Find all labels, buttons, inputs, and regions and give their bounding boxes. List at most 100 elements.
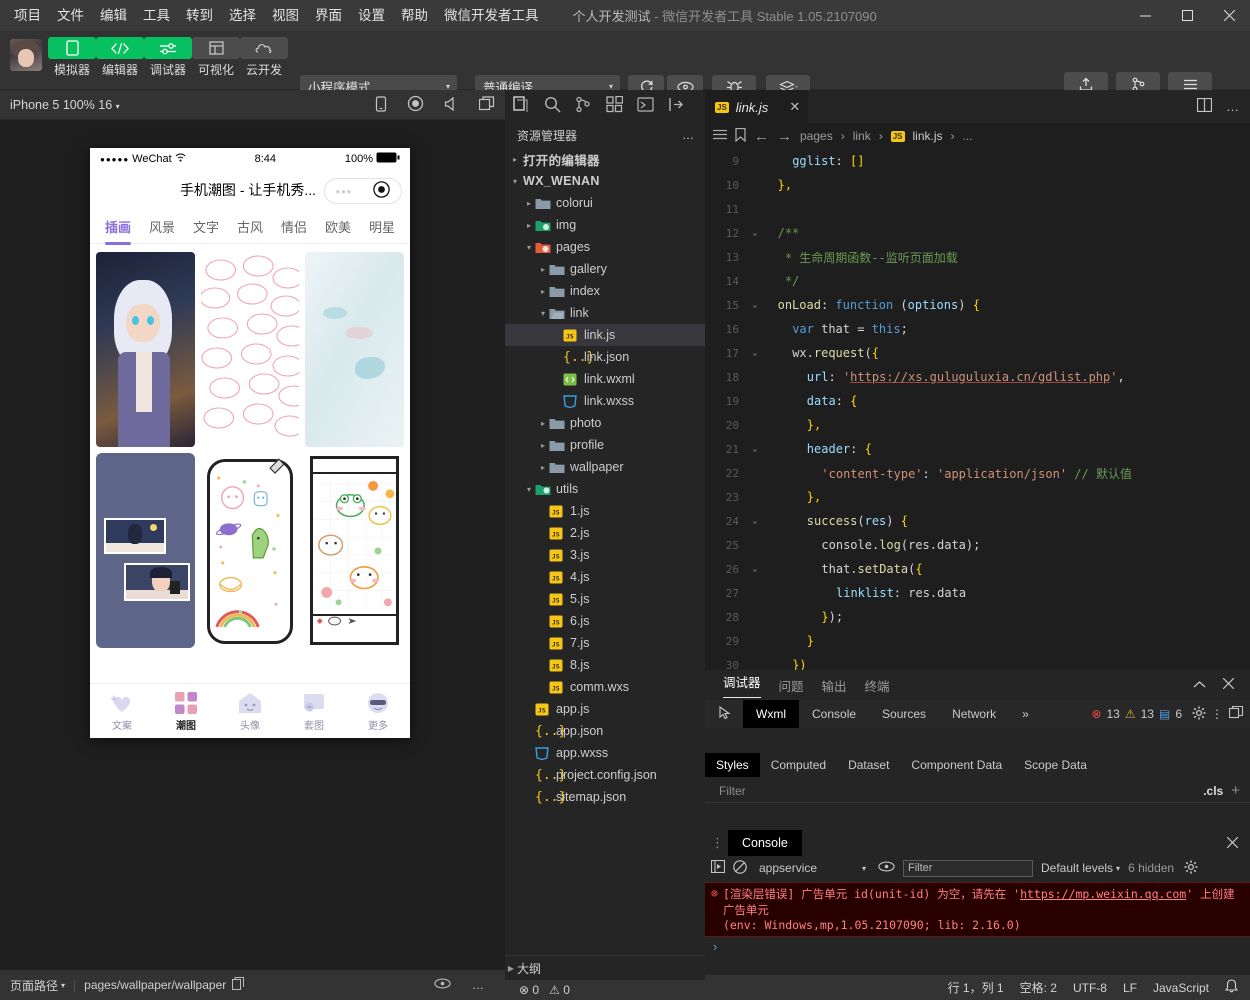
console-error-message[interactable]: ⊗ [渲染层错误] 广告单元 id(unit-id) 为空，请先在 'https… (705, 882, 1250, 937)
tree-item-7-js[interactable]: JS 7.js (505, 632, 705, 654)
category-tab-6[interactable]: 明星 (360, 217, 404, 236)
styles-filter-input[interactable]: Filter (719, 784, 746, 798)
console-filter-input[interactable]: Filter (903, 859, 1033, 877)
tree-item-utils[interactable]: ▾ utils (505, 478, 705, 500)
code-line[interactable]: 24 ⌄ success(res) { (705, 509, 1250, 533)
console-levels-select[interactable]: Default levels ▾ (1041, 861, 1120, 875)
tabbar-item-copy[interactable]: 文案 (90, 691, 154, 732)
chevron-up-icon[interactable] (1193, 678, 1206, 692)
fold-chevron-icon[interactable]: ⌄ (747, 564, 763, 574)
device-selector[interactable]: iPhone 5 100% 16 ▾ (10, 98, 120, 112)
code-line[interactable]: 20}, (705, 413, 1250, 437)
grid-item[interactable] (96, 453, 195, 648)
category-tab-0[interactable]: 插画 (96, 217, 140, 236)
phone-simulator[interactable]: ●●●●● WeChat 8:44 100% 手机潮图 - 让手机秀... ••… (90, 148, 410, 738)
devtools-overflow[interactable]: » (1009, 700, 1042, 728)
devtools-tab-console[interactable]: Console (799, 700, 869, 728)
console-tab[interactable]: Console (728, 830, 802, 856)
breadcrumb-link[interactable]: link (853, 129, 871, 143)
tree-item-6-js[interactable]: JS 6.js (505, 610, 705, 632)
console-prompt[interactable]: › (705, 937, 1250, 954)
menu-tools[interactable]: 工具 (135, 0, 178, 31)
code-line[interactable]: 23}, (705, 485, 1250, 509)
language-mode[interactable]: JavaScript (1153, 981, 1209, 995)
styles-tab-styles[interactable]: Styles (705, 753, 760, 777)
split-editor-icon[interactable] (1196, 97, 1213, 115)
problems-indicator[interactable]: ⊗ 0 ⚠ 0 (505, 980, 705, 1000)
minimize-icon[interactable] (1124, 0, 1166, 31)
panel-tab-terminal[interactable]: 终端 (865, 676, 890, 695)
styles-tab-computed[interactable]: Computed (760, 753, 837, 777)
outline-section[interactable]: ▶ 大纲 (505, 955, 705, 980)
volume-icon[interactable] (444, 96, 459, 114)
code-line[interactable]: 26 ⌄ that.setData({ (705, 557, 1250, 581)
test-icon[interactable] (637, 96, 654, 116)
panel-tab-output[interactable]: 输出 (822, 676, 847, 695)
menu-help[interactable]: 帮助 (393, 0, 436, 31)
breadcrumb-pages[interactable]: pages (800, 129, 833, 143)
code-line[interactable]: 19 data: { (705, 389, 1250, 413)
code-line[interactable]: 17 ⌄ wx.request({ (705, 341, 1250, 365)
tabbar-item-set[interactable]: 套图 (282, 691, 346, 732)
copy-icon[interactable] (232, 977, 245, 993)
tree-item-profile[interactable]: ▸ profile (505, 434, 705, 456)
outline-icon[interactable] (713, 129, 727, 144)
fold-chevron-icon[interactable]: ⌄ (747, 444, 763, 454)
close-icon[interactable] (1222, 677, 1235, 692)
fold-chevron-icon[interactable]: ⌄ (747, 516, 763, 526)
mini-program-tabbar[interactable]: 文案 潮图 头像 套图 更多 (90, 683, 410, 738)
styles-tab-component-data[interactable]: Component Data (900, 753, 1013, 777)
tree-item-photo[interactable]: ▸ photo (505, 412, 705, 434)
panel-tab-debugger[interactable]: 调试器 (723, 672, 761, 698)
simulator-toggle-button[interactable] (48, 37, 96, 59)
cls-button[interactable]: .cls (1203, 784, 1223, 798)
tree-item-8-js[interactable]: JS 8.js (505, 654, 705, 676)
tree-item-app-js[interactable]: JS app.js (505, 698, 705, 720)
tree-item-colorui[interactable]: ▸ colorui (505, 192, 705, 214)
console-context-select[interactable]: appservice ▾ (755, 860, 870, 877)
tabbar-item-trend[interactable]: 潮图 (154, 691, 218, 732)
more-dots-icon[interactable]: ••• (336, 185, 353, 198)
wechat-capsule[interactable]: ••• (324, 178, 402, 204)
menu-file[interactable]: 文件 (49, 0, 92, 31)
more-icon[interactable]: … (1226, 99, 1240, 114)
menu-devtools[interactable]: 微信开发者工具 (436, 0, 547, 31)
tree-item-link-wxss[interactable]: link.wxss (505, 390, 705, 412)
code-line[interactable]: 12 ⌄ /** (705, 221, 1250, 245)
editor-toggle-button[interactable] (96, 37, 144, 59)
tree-item-打开的编辑器[interactable]: ▸ 打开的编辑器 (505, 148, 705, 170)
drag-handle-icon[interactable]: ⋮ (705, 835, 728, 851)
menu-project[interactable]: 项目 (6, 0, 49, 31)
code-line[interactable]: 22 'content-type': 'application/json' // … (705, 461, 1250, 485)
eye-icon[interactable] (434, 978, 451, 992)
gear-icon[interactable] (1184, 860, 1198, 877)
tree-item-sitemap-json[interactable]: {..} sitemap.json (505, 786, 705, 808)
code-line[interactable]: 28}); (705, 605, 1250, 629)
grid-item[interactable] (200, 453, 300, 648)
tree-item-1-js[interactable]: JS 1.js (505, 500, 705, 522)
tree-item-project-config-json[interactable]: {..} project.config.json (505, 764, 705, 786)
visualization-button[interactable] (192, 37, 240, 59)
breadcrumb-more[interactable]: ... (963, 129, 973, 143)
tree-item-wallpaper[interactable]: ▸ wallpaper (505, 456, 705, 478)
styles-tab-dataset[interactable]: Dataset (837, 753, 900, 777)
tree-item-4-js[interactable]: JS 4.js (505, 566, 705, 588)
add-style-rule-button[interactable]: + (1231, 782, 1240, 799)
gear-icon[interactable] (1192, 706, 1206, 723)
grid-item[interactable] (200, 252, 300, 447)
grid-item[interactable] (305, 453, 404, 648)
code-content[interactable]: 9 gglist: [] 10}, 11 12 ⌄ /** 13 * 生命周期函数--监听页面… (705, 149, 1250, 670)
menu-select[interactable]: 选择 (221, 0, 264, 31)
breadcrumb-file[interactable]: link.js (913, 129, 943, 143)
cursor-position[interactable]: 行 1，列 1 (948, 979, 1004, 996)
tree-item-gallery[interactable]: ▸ gallery (505, 258, 705, 280)
target-icon[interactable] (373, 181, 391, 201)
code-line[interactable]: 15 ⌄ onLoad: function (options) { (705, 293, 1250, 317)
menu-edit[interactable]: 编辑 (92, 0, 135, 31)
tree-item-pages[interactable]: ▾ pages (505, 236, 705, 258)
code-line[interactable]: 27 linklist: res.data (705, 581, 1250, 605)
indent-setting[interactable]: 空格: 2 (1020, 979, 1057, 996)
tree-item-comm-wxs[interactable]: JS comm.wxs (505, 676, 705, 698)
window-icon[interactable] (478, 96, 495, 114)
devtools-tab-network[interactable]: Network (939, 700, 1009, 728)
